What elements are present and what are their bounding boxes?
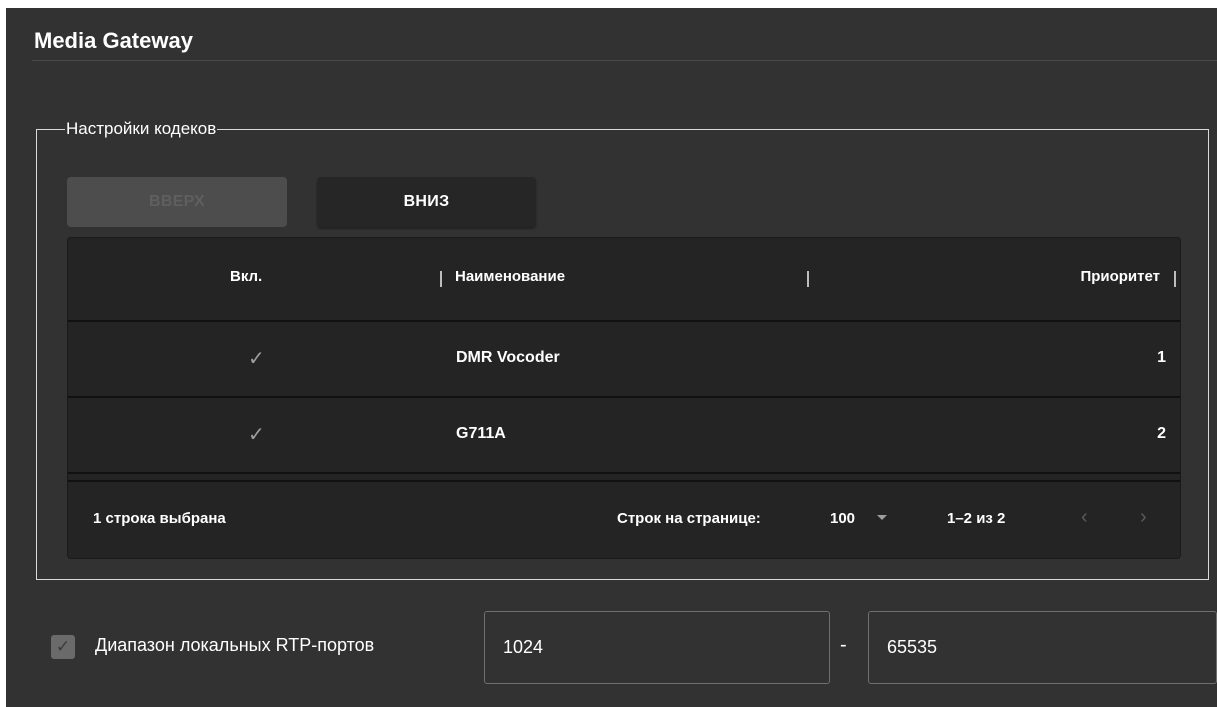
pagination-range: 1–2 из 2 [947, 510, 1006, 527]
column-resizer[interactable] [807, 271, 809, 287]
rows-per-page-select[interactable]: 100 [830, 510, 855, 527]
table-row[interactable]: ✓ G711A 2 [68, 398, 1180, 472]
page-title: Media Gateway [34, 28, 193, 53]
column-header-priority[interactable]: Приоритет [1080, 268, 1160, 285]
column-header-enabled[interactable]: Вкл. [230, 268, 262, 285]
table-header: Вкл. Наименование Приоритет [68, 238, 1180, 320]
title-divider [32, 60, 1217, 61]
move-up-button[interactable]: ВВЕРХ [67, 177, 287, 227]
check-icon: ✓ [248, 424, 265, 446]
chevron-right-icon[interactable]: › [1140, 506, 1147, 529]
move-down-button[interactable]: ВНИЗ [317, 177, 536, 227]
chevron-left-icon[interactable]: ‹ [1081, 506, 1088, 529]
table-footer: 1 строка выбрана Строк на странице: 100 … [68, 482, 1180, 558]
column-header-name[interactable]: Наименование [455, 268, 565, 285]
range-separator: - [840, 634, 847, 656]
rows-per-page-label: Строк на странице: [617, 510, 761, 527]
rtp-port-from-input[interactable] [484, 611, 830, 684]
codec-priority: 2 [1157, 425, 1166, 442]
codec-name: G711A [456, 425, 506, 442]
rtp-range-checkbox[interactable]: ✓ [51, 635, 75, 659]
codec-priority: 1 [1157, 349, 1166, 366]
rtp-port-to-input[interactable] [868, 611, 1217, 684]
media-gateway-panel: Media Gateway Настройки кодеков ВВЕРХ ВН… [6, 8, 1217, 707]
selection-count: 1 строка выбрана [93, 510, 226, 527]
caret-down-icon[interactable] [877, 515, 887, 520]
codec-table: Вкл. Наименование Приоритет ✓ DMR Vocode… [67, 237, 1181, 559]
checkmark-icon: ✓ [55, 637, 71, 656]
rtp-range-label[interactable]: Диапазон локальных RTP-портов [95, 635, 374, 656]
check-icon: ✓ [248, 348, 265, 370]
codec-settings-legend: Настройки кодеков [66, 119, 217, 138]
table-row[interactable]: ✓ DMR Vocoder 1 [68, 322, 1180, 396]
column-resizer[interactable] [440, 271, 442, 287]
codec-name: DMR Vocoder [456, 349, 560, 366]
column-resizer[interactable] [1174, 271, 1176, 287]
row-divider [68, 472, 1180, 474]
